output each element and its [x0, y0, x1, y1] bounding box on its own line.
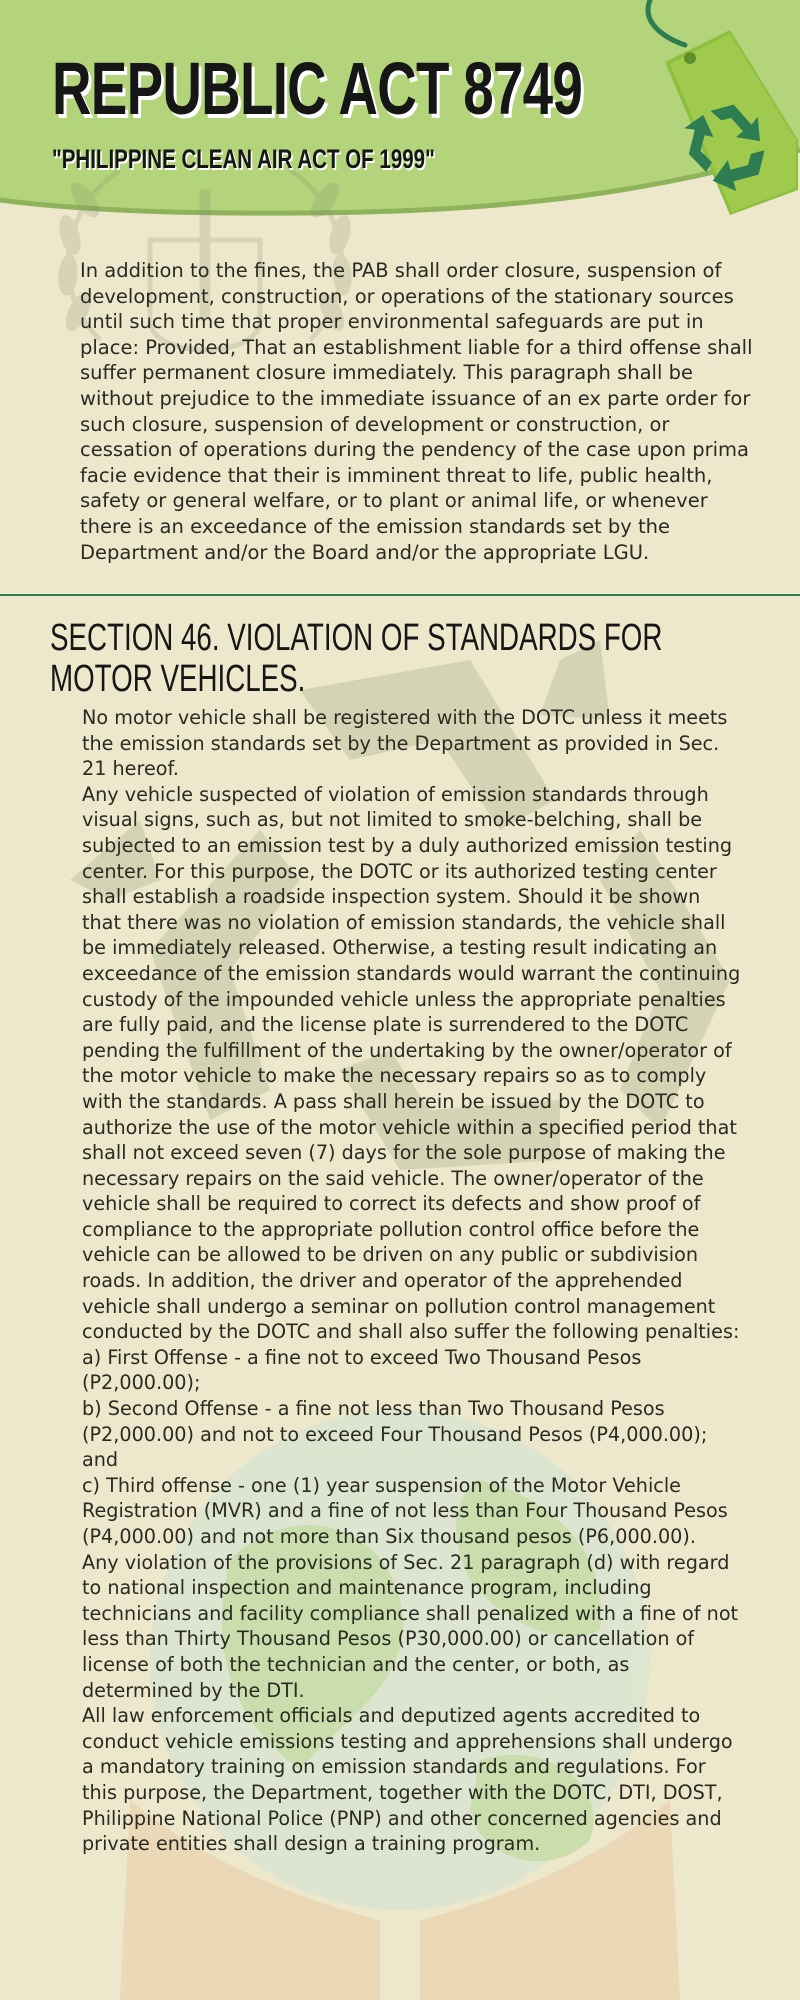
penalty-item: b) Second Offense - a fine not less than…	[82, 1397, 708, 1472]
section-paragraph: Any violation of the provisions of Sec. …	[82, 1550, 739, 1702]
section-divider	[0, 594, 800, 596]
recycle-tag-icon	[645, 0, 798, 215]
penalty-item: a) First Offense - a fine not to exceed …	[82, 1345, 642, 1395]
section-paragraph: Any vehicle suspected of violation of em…	[82, 782, 741, 1344]
section-paragraph: No motor vehicle shall be registered wit…	[82, 706, 728, 781]
page-subtitle: "PHILIPPINE CLEAN AIR ACT OF 1999"	[52, 144, 435, 174]
section-heading: SECTION 46. VIOLATION OF STANDARDS FOR M…	[50, 617, 663, 700]
intro-paragraph: In addition to the fines, the PAB shall …	[80, 259, 753, 564]
penalty-item: c) Third offense - one (1) year suspensi…	[82, 1473, 728, 1548]
section-paragraph: All law enforcement officials and deputi…	[82, 1704, 733, 1856]
page-title: REPUBLIC ACT 8749	[52, 47, 583, 130]
section-body: No motor vehicle shall be registered wit…	[82, 705, 744, 1857]
